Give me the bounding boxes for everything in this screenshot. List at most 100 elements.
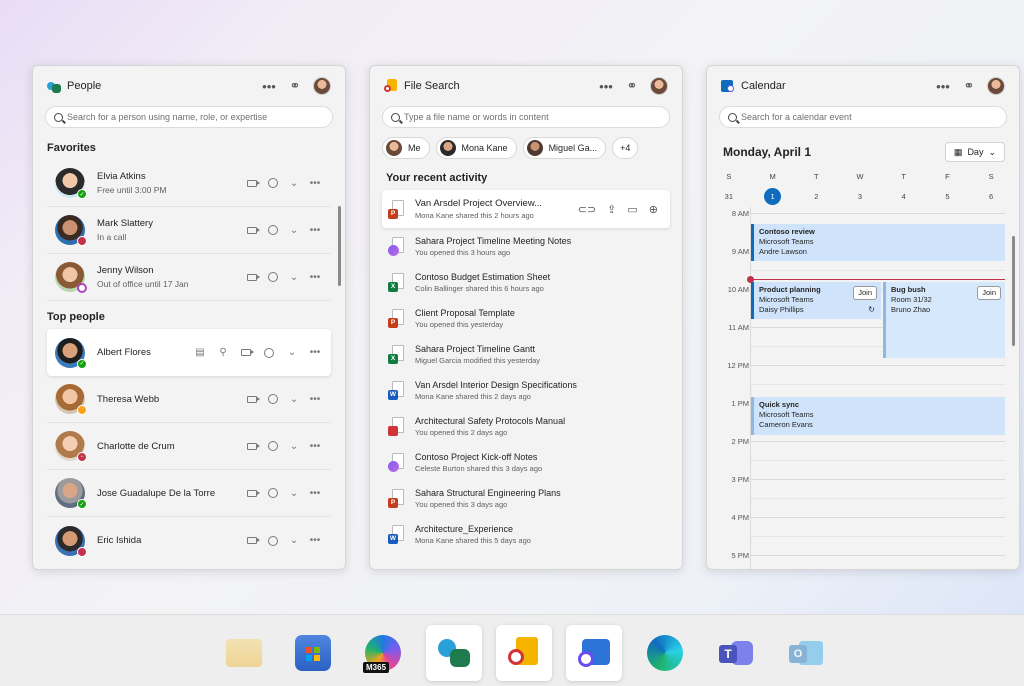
event-quick-sync[interactable]: Quick sync Microsoft Teams Cameron Evans (751, 397, 1005, 435)
day-31[interactable]: 31 (707, 186, 751, 206)
file-row[interactable]: W Van Arsdel Interior Design Specificati… (382, 372, 670, 408)
day-6[interactable]: 6 (969, 186, 1013, 206)
day-2[interactable]: 2 (794, 186, 838, 206)
person-row-elvia-atkins[interactable]: ✓ Elvia Atkins Free until 3:00 PM ⌄ ••• (47, 160, 331, 207)
chat-icon[interactable] (267, 271, 279, 283)
day-3[interactable]: 3 (838, 186, 882, 206)
file-row[interactable]: X Contoso Budget Estimation Sheet Colin B… (382, 264, 670, 300)
taskbar-outlook[interactable]: O (777, 625, 833, 681)
person-row-eric-ishida[interactable]: Eric Ishida ⌄ ••• (47, 517, 331, 564)
link-icon[interactable]: ⚭ (959, 76, 979, 96)
user-avatar[interactable] (987, 77, 1005, 95)
chat-icon[interactable] (267, 177, 279, 189)
person-row-jenny-wilson[interactable]: Jenny Wilson Out of office until 17 Jan … (47, 254, 331, 301)
file-row[interactable]: P Sahara Structural Engineering Plans You… (382, 480, 670, 516)
join-button[interactable]: Join (853, 286, 877, 301)
person-row-charlotte-de-crum[interactable]: − Charlotte de Crum ⌄ ••• (47, 423, 331, 470)
chat-icon[interactable] (267, 393, 279, 405)
chevron-down-icon[interactable]: ⌄ (288, 487, 300, 499)
day-1-today[interactable]: 1 (751, 186, 795, 206)
taskbar-file-explorer[interactable] (216, 625, 272, 681)
file-row[interactable]: X Sahara Project Timeline Gantt Miguel Ga… (382, 336, 670, 372)
chip-miguel-garcia[interactable]: Miguel Ga... (522, 137, 607, 159)
chevron-down-icon[interactable]: ⌄ (288, 271, 300, 283)
chip-more[interactable]: +4 (612, 137, 639, 159)
chevron-down-icon[interactable]: ⌄ (288, 535, 300, 547)
chip-me[interactable]: Me (382, 137, 430, 159)
event-bug-bush[interactable]: Bug bush Room 31/32 Bruno Zhao Join (883, 282, 1005, 358)
user-avatar[interactable] (313, 77, 331, 95)
people-search-box[interactable] (45, 106, 333, 128)
day-5[interactable]: 5 (926, 186, 970, 206)
taskbar-edge[interactable] (637, 625, 693, 681)
video-call-icon[interactable] (246, 535, 260, 547)
taskbar-file-search[interactable] (496, 625, 552, 681)
people-search-input[interactable] (67, 112, 324, 122)
more-options-icon[interactable]: ••• (596, 76, 616, 96)
video-call-icon[interactable] (246, 393, 260, 405)
person-row-theresa-webb[interactable]: Theresa Webb ⌄ ••• (47, 376, 331, 423)
day-4[interactable]: 4 (882, 186, 926, 206)
more-icon[interactable]: ••• (309, 487, 321, 499)
chevron-down-icon[interactable]: ⌄ (288, 393, 300, 405)
copy-link-icon[interactable]: ⊂⊃ (578, 203, 596, 216)
more-icon[interactable]: ••• (309, 440, 321, 452)
taskbar-m365[interactable]: M365 (355, 625, 411, 681)
more-icon[interactable]: ••• (309, 224, 321, 236)
event-product-planning[interactable]: Product planning Microsoft Teams Daisy P… (751, 282, 881, 319)
calendar-search-box[interactable] (719, 106, 1007, 128)
file-search-input[interactable] (404, 112, 661, 122)
join-button[interactable]: Join (977, 286, 1001, 301)
chat-icon[interactable] (267, 487, 279, 499)
org-chart-icon[interactable]: ⚲ (217, 347, 229, 359)
more-icon[interactable]: ••• (309, 347, 321, 359)
file-row[interactable]: P Client Proposal Template You opened thi… (382, 300, 670, 336)
more-options-icon[interactable]: ••• (933, 76, 953, 96)
chat-icon[interactable] (267, 440, 279, 452)
open-in-browser-icon[interactable]: ⊕ (649, 203, 658, 216)
view-selector-button[interactable]: ▦ Day ⌄ (944, 142, 1005, 162)
people-scrollbar[interactable] (338, 206, 341, 286)
video-call-icon[interactable] (246, 271, 260, 283)
calendar-search-input[interactable] (741, 112, 998, 122)
chevron-down-icon[interactable]: ⌄ (288, 224, 300, 236)
link-icon[interactable]: ⚭ (622, 76, 642, 96)
calendar-scrollbar[interactable] (1012, 236, 1015, 346)
share-icon[interactable]: ⇪ (607, 203, 616, 216)
document-icon[interactable]: ▤ (194, 347, 206, 359)
video-call-icon[interactable] (240, 347, 254, 359)
file-search-box[interactable] (382, 106, 670, 128)
file-row[interactable]: Contoso Project Kick-off Notes Celeste Bu… (382, 444, 670, 480)
video-call-icon[interactable] (246, 177, 260, 189)
chat-icon[interactable] (263, 347, 275, 359)
taskbar-calendar[interactable] (566, 625, 622, 681)
file-row[interactable]: Architectural Safety Protocols Manual You… (382, 408, 670, 444)
event-contoso-review[interactable]: Contoso review Microsoft Teams Andre Law… (751, 224, 1005, 261)
more-icon[interactable]: ••• (309, 271, 321, 283)
video-call-icon[interactable] (246, 440, 260, 452)
open-folder-icon[interactable]: ▭ (627, 203, 637, 216)
file-row[interactable]: Sahara Project Timeline Meeting Notes You… (382, 228, 670, 264)
more-icon[interactable]: ••• (309, 393, 321, 405)
more-options-icon[interactable]: ••• (259, 76, 279, 96)
file-row[interactable]: W Architecture_Experience Mona Kane share… (382, 516, 670, 552)
chat-icon[interactable] (267, 535, 279, 547)
chevron-down-icon[interactable]: ⌄ (288, 177, 300, 189)
user-avatar[interactable] (650, 77, 668, 95)
taskbar-teams[interactable]: T (707, 625, 763, 681)
chevron-down-icon[interactable]: ⌄ (286, 347, 298, 359)
person-row-albert-flores[interactable]: ✓ Albert Flores ▤ ⚲ ⌄ ••• (47, 329, 331, 376)
person-row-mark-slattery[interactable]: Mark Slattery In a call ⌄ ••• (47, 207, 331, 254)
taskbar-store[interactable] (285, 625, 341, 681)
chevron-down-icon[interactable]: ⌄ (288, 440, 300, 452)
link-icon[interactable]: ⚭ (285, 76, 305, 96)
day-grid[interactable]: 8 AM 9 AM 10 AM 11 AM 12 PM 1 PM 2 PM 3 … (707, 207, 1019, 569)
video-call-icon[interactable] (246, 487, 260, 499)
taskbar-people[interactable] (426, 625, 482, 681)
video-call-icon[interactable] (246, 224, 260, 236)
chat-icon[interactable] (267, 224, 279, 236)
chip-mona-kane[interactable]: Mona Kane (435, 137, 517, 159)
file-row[interactable]: P Van Arsdel Project Overview... Mona Ka… (382, 190, 670, 228)
more-icon[interactable]: ••• (309, 177, 321, 189)
person-row-jose-guadalupe[interactable]: ✓ Jose Guadalupe De la Torre ⌄ ••• (47, 470, 331, 517)
